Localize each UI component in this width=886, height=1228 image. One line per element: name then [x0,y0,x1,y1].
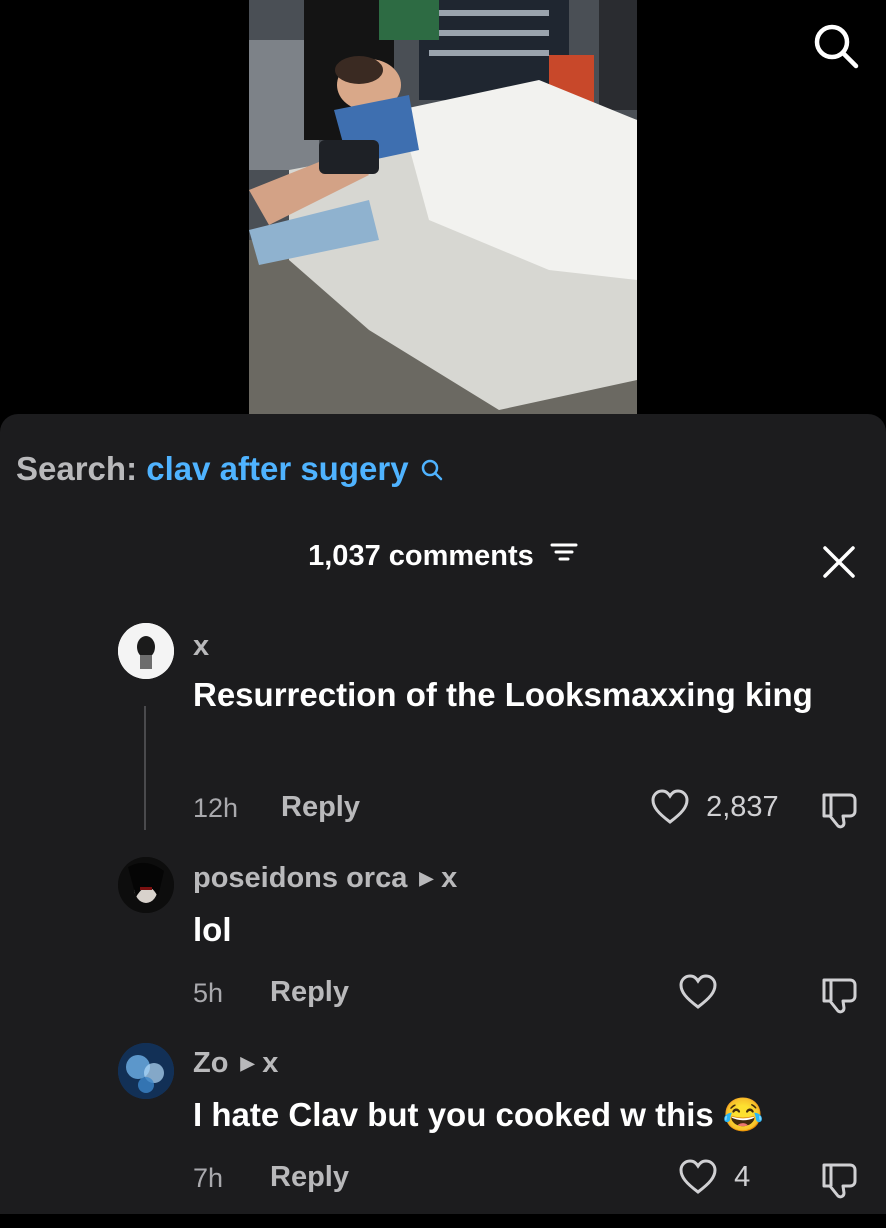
video-player[interactable] [0,0,886,420]
comment-username[interactable]: poseidons orca ▶ x [193,862,457,895]
filter-icon[interactable] [550,539,578,572]
comment-username[interactable]: Zo ▶ x [193,1047,278,1080]
comment-time: 7h [193,1163,224,1193]
comment-text: Resurrection of the Looksmaxxing king [193,676,813,713]
search-suggestion[interactable]: Search: clav after sugery [16,450,444,490]
comment-time: 12h [193,793,239,823]
reply-button[interactable]: Reply [281,791,360,824]
comment-text: lol [193,911,232,948]
dislike-icon[interactable] [818,974,860,1016]
search-term-link[interactable]: clav after sugery [146,450,408,487]
comment-username[interactable]: x [193,630,209,663]
thread-line [144,706,146,830]
like-count: 4 [734,1160,751,1193]
reply-to-username[interactable]: x [441,862,457,894]
comments-count-header: 1,037 comments [0,540,886,573]
reply-arrow-icon: ▶ [419,868,434,888]
avatar[interactable] [118,623,174,679]
like-button[interactable]: 2,837 [650,788,779,826]
like-button[interactable] [678,973,718,1011]
reply-button[interactable]: Reply [270,1161,349,1194]
video-frame[interactable] [249,0,637,414]
comment-time: 5h [193,978,224,1008]
dislike-icon[interactable] [818,1159,860,1201]
bottom-edge [0,1214,886,1228]
search-prefix-label: Search: [16,450,138,487]
reply-arrow-icon: ▶ [240,1053,255,1073]
search-icon[interactable] [812,22,860,70]
like-button[interactable]: 4 [678,1158,750,1196]
video-still-image [249,0,637,414]
heart-icon [678,1159,726,1194]
comment-username-text: Zo [193,1047,229,1079]
avatar[interactable] [118,1043,174,1099]
heart-icon [678,974,718,1009]
search-icon [420,452,444,490]
reply-button[interactable]: Reply [270,976,349,1009]
comments-count: 1,037 comments [308,540,534,572]
dislike-icon[interactable] [818,789,860,831]
comment-text: I hate Clav but you cooked w this 😂 [193,1096,765,1133]
avatar[interactable] [118,857,174,913]
heart-icon [650,789,698,824]
reply-to-username[interactable]: x [262,1047,278,1079]
close-icon[interactable] [820,543,858,581]
like-count: 2,837 [706,790,779,823]
comment-username-text: poseidons orca [193,862,408,894]
